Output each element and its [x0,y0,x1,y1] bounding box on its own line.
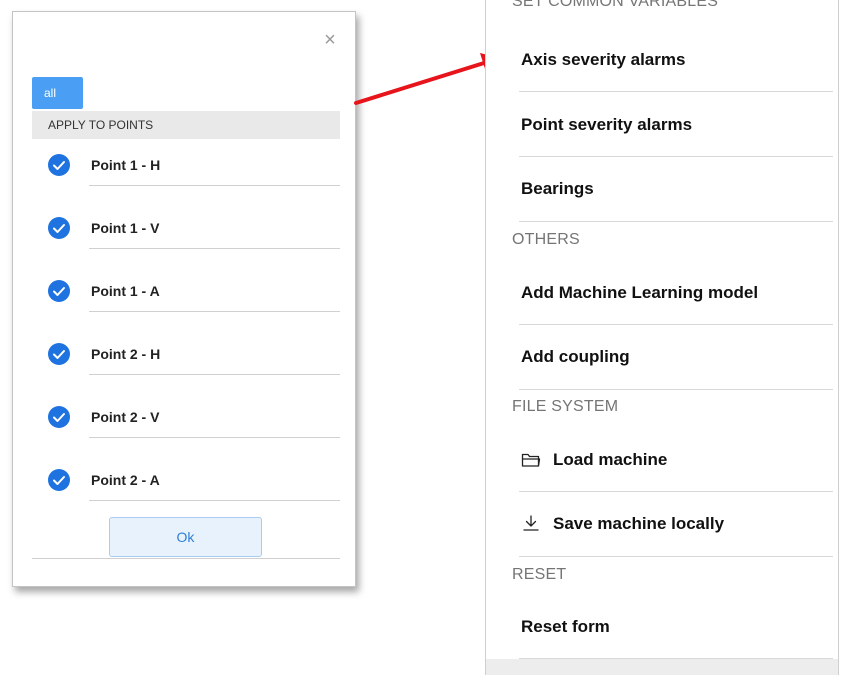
apply-to-points-header: APPLY TO POINTS [32,111,340,139]
divider [89,374,340,375]
checkbox-checked-icon[interactable] [48,406,70,428]
checkbox-checked-icon[interactable] [48,469,70,491]
menu-item-label: Save machine locally [553,514,725,533]
point-item[interactable]: Point 1 - V [32,205,340,255]
checkbox-checked-icon[interactable] [48,343,70,365]
divider [32,558,340,559]
divider [89,311,340,312]
point-label: Point 2 - V [91,409,160,425]
ok-button[interactable]: Ok [109,517,262,557]
menu-item-reset-form[interactable]: Reset form [521,617,610,637]
divider [89,500,340,501]
menu-item-add-coupling[interactable]: Add coupling [521,347,630,367]
checkbox-checked-icon[interactable] [48,154,70,176]
menu-item-axis-severity-alarms[interactable]: Axis severity alarms [521,50,685,70]
panel-footer [486,659,838,675]
divider [519,91,833,92]
divider [89,185,340,186]
section-title-reset: RESET [512,566,567,583]
point-item[interactable]: Point 1 - A [32,268,340,318]
divider [519,491,833,492]
point-item[interactable]: Point 2 - H [32,331,340,381]
select-all-button[interactable]: all [32,77,83,109]
divider [519,556,833,557]
menu-item-point-severity-alarms[interactable]: Point severity alarms [521,115,692,135]
close-icon[interactable]: × [323,30,337,50]
section-title-file-system: FILE SYSTEM [512,398,619,415]
section-title-common-variables: SET COMMON VARIABLES [512,0,719,10]
point-label: Point 1 - H [91,157,161,173]
divider [519,324,833,325]
folder-icon [521,452,543,473]
apply-to-points-dialog: × all APPLY TO POINTS Point 1 - H Point … [12,11,356,587]
section-title-others: OTHERS [512,231,580,248]
download-icon [521,514,543,537]
divider [519,221,833,222]
divider [519,156,833,157]
point-item[interactable]: Point 2 - A [32,457,340,507]
point-item[interactable]: Point 1 - H [32,142,340,192]
checkbox-checked-icon[interactable] [48,217,70,239]
point-label: Point 2 - H [91,346,161,362]
point-label: Point 2 - A [91,472,160,488]
checkbox-checked-icon[interactable] [48,280,70,302]
divider [519,389,833,390]
menu-item-label: Load machine [553,450,668,469]
divider [89,248,340,249]
point-item[interactable]: Point 2 - V [32,394,340,444]
point-label: Point 1 - V [91,220,160,236]
menu-item-load-machine[interactable]: Load machine [521,450,667,473]
actions-menu-panel: SET COMMON VARIABLES Axis severity alarm… [485,0,839,675]
menu-item-save-machine-locally[interactable]: Save machine locally [521,514,724,537]
menu-item-bearings[interactable]: Bearings [521,179,594,199]
menu-item-add-ml-model[interactable]: Add Machine Learning model [521,283,758,303]
divider [89,437,340,438]
point-label: Point 1 - A [91,283,160,299]
